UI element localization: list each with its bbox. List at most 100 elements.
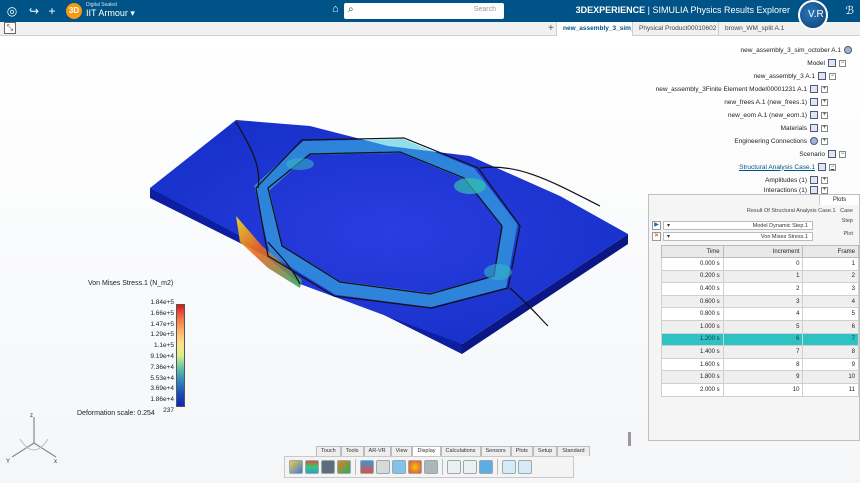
legend-value: 1.29e+5 (150, 331, 174, 339)
close-icon[interactable]: ✕ (652, 232, 661, 241)
part-icon (810, 98, 818, 106)
tab-tools[interactable]: Tools (340, 446, 364, 456)
mesh-display-icon[interactable] (321, 460, 335, 474)
simulation-icon (844, 46, 852, 54)
redo-icon[interactable] (479, 460, 493, 474)
frames-table: Time Increment Frame 0.000 s01 0.200 s12… (661, 245, 859, 397)
tab-setup[interactable]: Setup (532, 446, 558, 456)
section-icon[interactable] (376, 460, 390, 474)
expand-toggle-icon: + (821, 111, 828, 119)
tab-physical-product[interactable]: Physical Product00010602 (632, 22, 718, 36)
column-header[interactable]: Time (661, 245, 724, 258)
table-row[interactable]: 1.800 s 9 10 (661, 370, 859, 384)
tab-calculations[interactable]: Calculations (440, 446, 481, 456)
legend-color-bar[interactable] (176, 304, 185, 407)
tree-item[interactable]: new_frees A.1 (new_frees.1) + (724, 96, 828, 108)
top-bar: ◎ ↪ + 3D Digital Sealed IIT Armour ▾ ⌂ ⌕… (0, 0, 860, 22)
collab-space-selector[interactable]: Digital Sealed IIT Armour ▾ (86, 2, 135, 19)
triad-y-label: Y (6, 459, 10, 465)
search-input[interactable]: ⌕ Search (344, 3, 504, 19)
tab-view[interactable]: View (390, 446, 413, 456)
materials-icon (810, 124, 818, 132)
legend-icon[interactable] (360, 460, 374, 474)
expand-icon[interactable]: ⤡ (4, 22, 16, 34)
ds-logo-icon[interactable]: ℬ (845, 4, 854, 17)
plot-label: Plot (843, 231, 853, 237)
legend-value: 1.66e+5 (150, 309, 174, 317)
tab-sensors[interactable]: Sensors (480, 446, 511, 456)
table-row[interactable]: 1.000 s56 (661, 319, 859, 334)
play-icon[interactable]: ▶ (652, 221, 661, 230)
document-tabs: + new_assembly_3_sim_octobe... Physical … (0, 22, 860, 36)
action-bar-tabs: Standard Setup Plots Sensors Calculation… (316, 446, 590, 456)
table-row[interactable]: 1.400 s78 (661, 345, 859, 359)
axis-triad[interactable]: z Y x (6, 409, 62, 469)
step-dropdown[interactable]: ▾ Model Dynamic Step.1 (663, 221, 813, 230)
legend-value: 1.1e+5 (153, 342, 174, 350)
table-row-selected[interactable]: 1.200 s67 (661, 332, 859, 347)
tree-item[interactable]: Structural Analysis Case.1− (739, 161, 836, 173)
column-header[interactable]: Frame (802, 245, 859, 258)
tab-display[interactable]: Display (412, 446, 441, 456)
tab-standard[interactable]: Standard (557, 446, 590, 456)
expand-toggle-icon: − (839, 59, 846, 67)
tab-brown-wm[interactable]: brown_WM_split A.1 (718, 22, 788, 36)
table-row[interactable]: 1.600 s89 (661, 357, 859, 372)
stress-spot-2 (286, 158, 314, 170)
specification-tree: new_assembly_3_sim_october A.1 Model − ne… (632, 44, 860, 194)
legend-value: 1.47e+5 (150, 320, 174, 328)
tree-item[interactable]: new_eom A.1 (new_eom.1) + (728, 109, 828, 121)
user-avatar[interactable]: 3D (66, 3, 82, 19)
table-row[interactable]: 0.200 s12 (661, 269, 859, 284)
contour-plot-icon[interactable] (305, 460, 319, 474)
compass-3d-icon[interactable]: ◎ (4, 3, 20, 19)
animate-icon[interactable] (392, 460, 406, 474)
tree-item[interactable]: new_assembly_3 A.1− (754, 70, 836, 82)
expand-toggle-icon: − (829, 163, 836, 171)
paste-icon[interactable] (518, 460, 532, 474)
tree-item[interactable]: new_assembly_3_sim_october A.1 (741, 44, 852, 56)
connections-icon (810, 137, 818, 145)
add-icon[interactable]: + (44, 3, 60, 19)
search-icon[interactable]: ⌕ (348, 4, 354, 15)
tab-plots[interactable]: Plots (510, 446, 533, 456)
column-header[interactable]: Increment (722, 245, 804, 258)
table-row[interactable]: 0.800 s45 (661, 307, 859, 321)
analysis-case-icon (818, 163, 826, 171)
legend-value: 1.84e+5 (150, 299, 174, 306)
case-row: Result Of Structural Analysis Case.1 Cas… (746, 208, 853, 214)
triad-x-axis (33, 442, 57, 458)
share-icon[interactable]: ↪ (26, 3, 42, 19)
scrollbar[interactable] (628, 432, 631, 446)
undo-icon[interactable] (463, 460, 477, 474)
stress-spot-1 (454, 178, 486, 194)
tree-item[interactable]: Model − (807, 57, 846, 69)
tab-touch[interactable]: Touch (316, 446, 341, 456)
table-row[interactable]: 2.000 s 10 11 (661, 382, 859, 397)
settings-icon[interactable] (447, 460, 461, 474)
table-row[interactable]: 0.600 s34 (661, 294, 859, 309)
navigation-compass[interactable]: V.R (798, 0, 828, 30)
tree-item[interactable]: Scenario − (799, 148, 846, 160)
expand-toggle-icon: − (839, 150, 846, 158)
table-row[interactable]: 0.400 s23 (661, 282, 859, 296)
probe-icon[interactable] (424, 460, 438, 474)
tree-item[interactable]: Materials + (781, 122, 828, 134)
deformation-scale: Deformation scale: 0.254 (77, 410, 155, 417)
table-row[interactable]: 0.000 s01 (661, 257, 859, 271)
tag-icon[interactable]: ⌂ (332, 3, 339, 15)
deformed-shape-icon[interactable] (337, 460, 351, 474)
tree-item[interactable]: new_assembly_3Finite Element Model000012… (656, 83, 828, 95)
sphere-render-icon[interactable] (408, 460, 422, 474)
tab-sim-octobe[interactable]: new_assembly_3_sim_octobe... (556, 22, 632, 36)
expand-toggle-icon: + (821, 137, 828, 145)
tab-ar-vr[interactable]: AR-VR (363, 446, 391, 456)
plots-tab[interactable]: Plots (819, 195, 859, 205)
plot-dropdown[interactable]: ▾ Von Mises Stress.1 (663, 232, 813, 241)
add-tab-button[interactable]: + (548, 22, 554, 35)
image-capture-icon[interactable] (289, 460, 303, 474)
expand-toggle-icon: − (829, 72, 836, 80)
legend-value: 9.19e+4 (150, 352, 174, 360)
tree-item[interactable]: Engineering Connections + (734, 135, 828, 147)
copy-icon[interactable] (502, 460, 516, 474)
